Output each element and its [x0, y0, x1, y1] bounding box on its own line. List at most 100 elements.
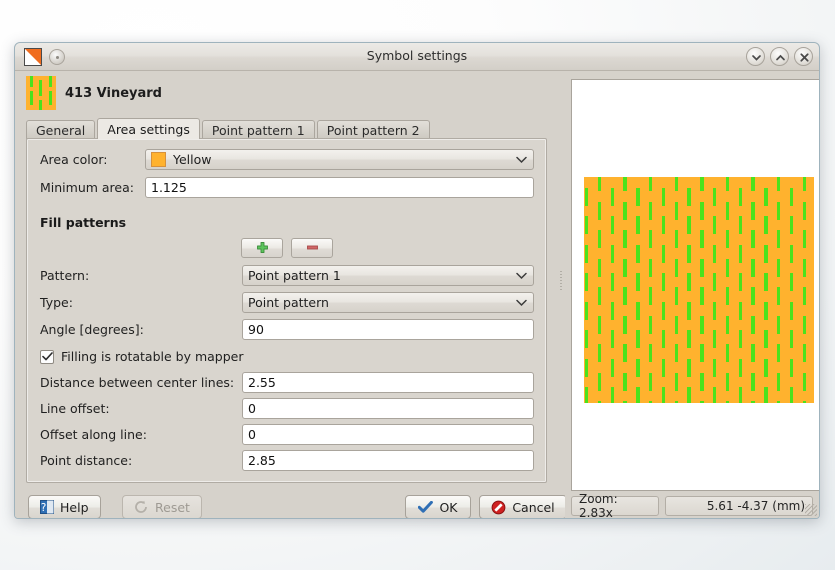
offset-along-line-input[interactable]: 0 [242, 424, 534, 445]
pattern-dash [738, 216, 742, 234]
pattern-dash [610, 330, 614, 348]
pattern-dash [802, 287, 806, 306]
reset-label: Reset [155, 499, 190, 515]
point-distance-row: Point distance: 2.85 [40, 450, 534, 471]
pattern-dash [777, 372, 781, 391]
angle-label: Angle [degrees]: [40, 322, 144, 337]
close-button[interactable] [794, 47, 813, 66]
pane-splitter[interactable] [557, 71, 565, 490]
chevron-down-icon [516, 272, 527, 280]
pattern-dash [649, 372, 653, 391]
pattern-dash [764, 244, 768, 263]
line-offset-input[interactable]: 0 [242, 398, 534, 419]
pattern-dash [585, 387, 589, 403]
pattern-dash [636, 216, 640, 234]
pattern-value: Point pattern 1 [248, 268, 341, 283]
pattern-dash [597, 258, 602, 277]
tab-point-pattern-1[interactable]: Point pattern 1 [201, 120, 315, 139]
pattern-dash [802, 258, 806, 277]
pattern-dash [623, 344, 627, 363]
type-label: Type: [40, 295, 73, 310]
pattern-dash [725, 344, 730, 363]
pattern-dash [802, 177, 806, 192]
pattern-dash [687, 244, 691, 263]
pattern-dash [661, 216, 666, 234]
pattern-dash [585, 273, 589, 291]
minimum-area-label: Minimum area: [40, 180, 134, 195]
fill-patterns-section: Fill patterns [40, 212, 534, 233]
pattern-dash [623, 315, 627, 334]
pattern-select[interactable]: Point pattern 1 [242, 265, 534, 286]
pattern-dash [674, 177, 678, 192]
help-button[interactable]: ? Help [28, 495, 101, 518]
pattern-dash [585, 330, 589, 348]
rotatable-label: Filling is rotatable by mapper [61, 349, 244, 364]
tab-area-settings[interactable]: Area settings [97, 118, 200, 139]
pattern-dash [751, 401, 755, 403]
pattern-dash [789, 301, 794, 320]
pattern-dash [700, 401, 704, 403]
rotatable-checkbox[interactable] [40, 349, 54, 364]
pattern-dash [597, 401, 602, 403]
minimum-area-input[interactable]: 1.125 [145, 177, 534, 198]
pattern-dash [661, 301, 666, 320]
ok-button[interactable]: OK [405, 495, 471, 518]
pattern-dash [687, 330, 691, 348]
pattern-dash [751, 372, 755, 391]
pattern-dash [802, 315, 806, 334]
pattern-dash [789, 273, 794, 291]
pattern-dash [700, 372, 704, 391]
minimum-area-row: Minimum area: 1.125 [40, 177, 534, 198]
symbol-preview[interactable] [571, 79, 819, 491]
help-label: Help [60, 499, 89, 515]
pattern-dash [713, 273, 717, 291]
area-color-value: Yellow [173, 152, 212, 167]
pattern-dash [661, 387, 666, 403]
fill-patterns-title: Fill patterns [40, 215, 127, 230]
pattern-dash [674, 287, 678, 306]
rotatable-row[interactable]: Filling is rotatable by mapper [40, 346, 534, 367]
resize-grip[interactable] [805, 504, 817, 516]
pattern-dash [789, 216, 794, 234]
title-bar[interactable]: Symbol settings [15, 43, 819, 71]
zoom-status: Zoom: 2.83x [571, 492, 659, 518]
pattern-dash [700, 230, 704, 249]
distance-center-lines-input[interactable]: 2.55 [242, 372, 534, 393]
tab-bar: General Area settings Point pattern 1 Po… [26, 118, 430, 139]
plus-icon [256, 242, 268, 253]
pattern-dash [623, 258, 627, 277]
type-select[interactable]: Point pattern [242, 292, 534, 313]
pattern-buttons-row [40, 237, 534, 258]
tab-point-pattern-2[interactable]: Point pattern 2 [316, 120, 430, 139]
pattern-dash [738, 301, 742, 320]
line-offset-row: Line offset: 0 [40, 398, 534, 419]
pattern-dash [649, 201, 653, 220]
pattern-dash [674, 344, 678, 363]
area-color-select[interactable]: Yellow [145, 149, 534, 170]
pattern-dash [661, 187, 666, 206]
pattern-dash [700, 344, 704, 363]
pattern-dash [687, 301, 691, 320]
add-pattern-button[interactable] [241, 237, 283, 258]
ok-label: OK [439, 499, 458, 515]
angle-input[interactable]: 90 [242, 319, 534, 340]
cancel-button[interactable]: Cancel [479, 495, 567, 518]
pattern-label: Pattern: [40, 268, 90, 283]
pattern-dash [597, 287, 602, 306]
pattern-dash [585, 187, 589, 206]
pattern-dash [597, 201, 602, 220]
point-distance-input[interactable]: 2.85 [242, 450, 534, 471]
minimize-button[interactable] [746, 47, 765, 66]
tab-general[interactable]: General [26, 120, 96, 139]
shade-button[interactable] [770, 47, 789, 66]
pattern-dash [674, 258, 678, 277]
pattern-dash [751, 315, 755, 334]
remove-pattern-button[interactable] [291, 237, 333, 258]
pattern-dash [802, 230, 806, 249]
chevron-down-icon [516, 156, 527, 164]
pattern-dash [725, 177, 730, 192]
pattern-dash [636, 273, 640, 291]
symbol-settings-dialog: Symbol settings 413 Vineyard General Are… [14, 42, 820, 519]
reset-button[interactable]: Reset [122, 495, 202, 518]
pattern-dash [700, 287, 704, 306]
